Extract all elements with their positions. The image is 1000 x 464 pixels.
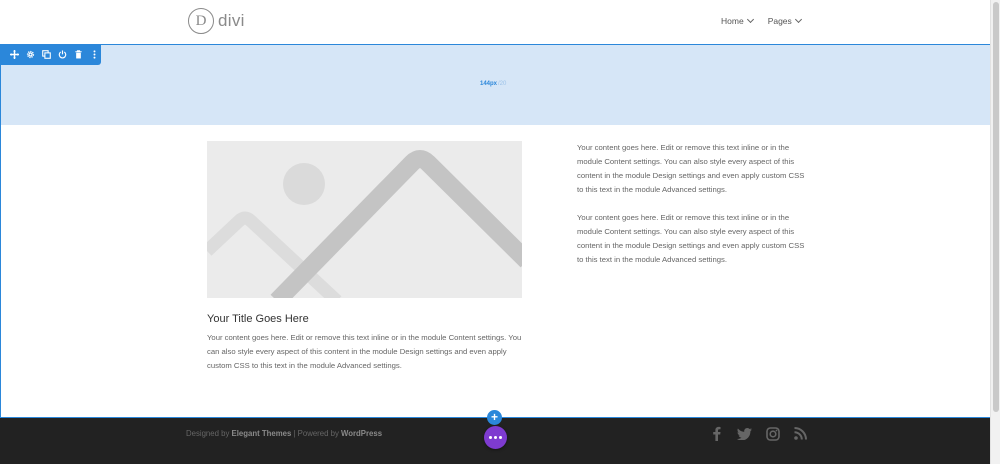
move-icon[interactable]: [8, 48, 21, 61]
builder-settings-button[interactable]: [484, 426, 507, 449]
section-toolbar: [1, 44, 101, 65]
text-module-2[interactable]: Your content goes here. Edit or remove t…: [577, 211, 809, 267]
scrollbar-thumb[interactable]: [993, 2, 999, 412]
page: D divi Home Pages 144px/20 Your Title Go…: [0, 0, 1000, 464]
trash-icon[interactable]: [72, 48, 85, 61]
site-logo[interactable]: D divi: [188, 8, 245, 34]
credits-prefix: Designed by: [186, 429, 232, 438]
main-nav: Home Pages: [721, 15, 802, 26]
site-header: D divi Home Pages: [0, 0, 990, 44]
add-row-button[interactable]: +: [487, 410, 502, 425]
logo-mark: D: [188, 8, 214, 34]
chevron-down-icon: [746, 15, 754, 24]
footer-credits: Designed by Elegant Themes | Powered by …: [186, 429, 382, 438]
wordpress-link[interactable]: WordPress: [341, 429, 382, 438]
text-module-1[interactable]: Your content goes here. Edit or remove t…: [577, 141, 809, 197]
facebook-icon[interactable]: [709, 426, 724, 441]
twitter-icon[interactable]: [737, 426, 752, 441]
elegant-themes-link[interactable]: Elegant Themes: [232, 429, 292, 438]
nav-item-label: Pages: [767, 16, 792, 26]
more-icon[interactable]: [88, 48, 101, 61]
nav-item-label: Home: [721, 16, 744, 26]
menu-dot: [499, 436, 502, 439]
nav-item-home[interactable]: Home: [721, 15, 754, 26]
image-placeholder[interactable]: [207, 141, 522, 298]
blurb-text[interactable]: Your content goes here. Edit or remove t…: [207, 331, 522, 373]
menu-dot: [494, 436, 497, 439]
logo-text: divi: [218, 11, 245, 30]
blurb-title[interactable]: Your Title Goes Here: [207, 313, 309, 325]
power-icon[interactable]: [56, 48, 69, 61]
page-scrollbar[interactable]: [990, 0, 1000, 464]
gear-icon[interactable]: [24, 48, 37, 61]
social-icons: [709, 426, 808, 441]
menu-dot: [489, 436, 492, 439]
placeholder-image-icon: [207, 141, 522, 298]
nav-item-pages[interactable]: Pages: [767, 15, 802, 26]
instagram-icon[interactable]: [765, 426, 780, 441]
chevron-down-icon: [794, 15, 802, 24]
rss-icon[interactable]: [793, 426, 808, 441]
credits-separator: | Powered by: [291, 429, 342, 438]
duplicate-icon[interactable]: [40, 48, 53, 61]
